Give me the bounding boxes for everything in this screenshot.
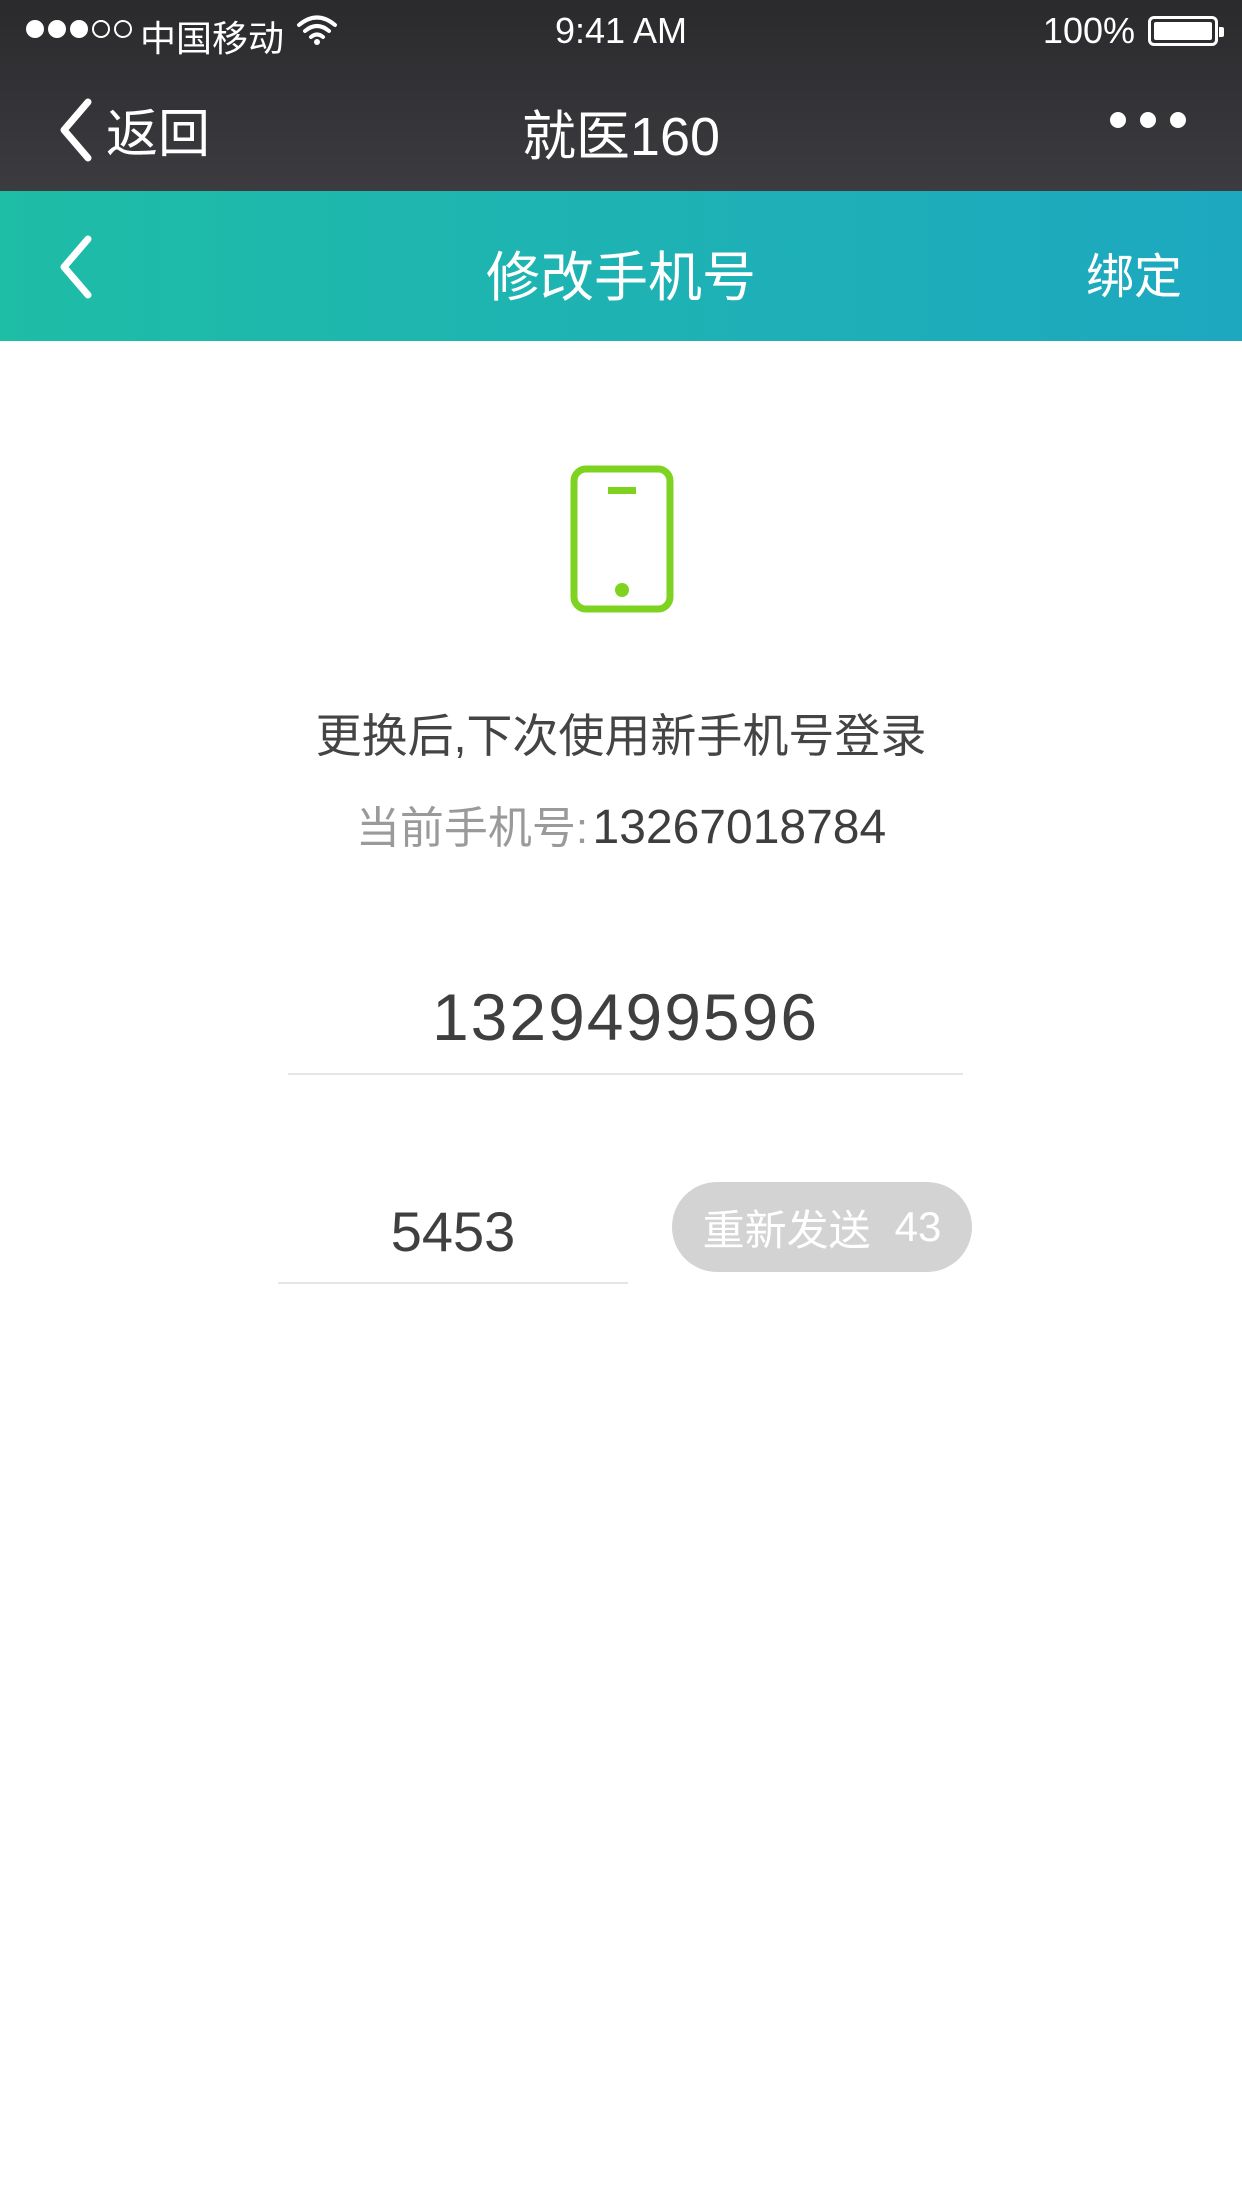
current-phone-row: 当前手机号: 13267018784	[0, 792, 1242, 856]
page-title: 修改手机号	[486, 248, 756, 308]
battery-icon	[1148, 16, 1224, 46]
smartphone-icon	[570, 465, 674, 618]
wechat-title: 就医160	[521, 107, 721, 167]
resend-label: 重新发送	[702, 1206, 871, 1254]
current-phone-label: 当前手机号:	[355, 804, 589, 853]
more-dots-icon[interactable]	[1110, 112, 1186, 128]
battery-percent: 100%	[1042, 10, 1135, 51]
screen: 中国移动 9:41 AM 100% 返回 就医160 修改手机号 绑定 更换后,…	[0, 0, 1242, 2208]
new-phone-input[interactable]	[288, 960, 963, 1075]
app-header: 修改手机号 绑定	[0, 191, 1242, 341]
resend-code-button[interactable]: 重新发送 43	[672, 1182, 972, 1272]
status-bar: 中国移动 9:41 AM 100%	[0, 0, 1242, 62]
top-bar: 中国移动 9:41 AM 100% 返回 就医160	[0, 0, 1242, 191]
bind-button[interactable]: 绑定	[1086, 237, 1182, 307]
wechat-nav-bar: 返回 就医160	[0, 62, 1242, 191]
verification-code-input[interactable]	[278, 1180, 628, 1284]
change-hint: 更换后,下次使用新手机号登录	[315, 710, 927, 762]
resend-countdown: 43	[894, 1203, 942, 1250]
current-phone-number: 13267018784	[592, 801, 887, 854]
